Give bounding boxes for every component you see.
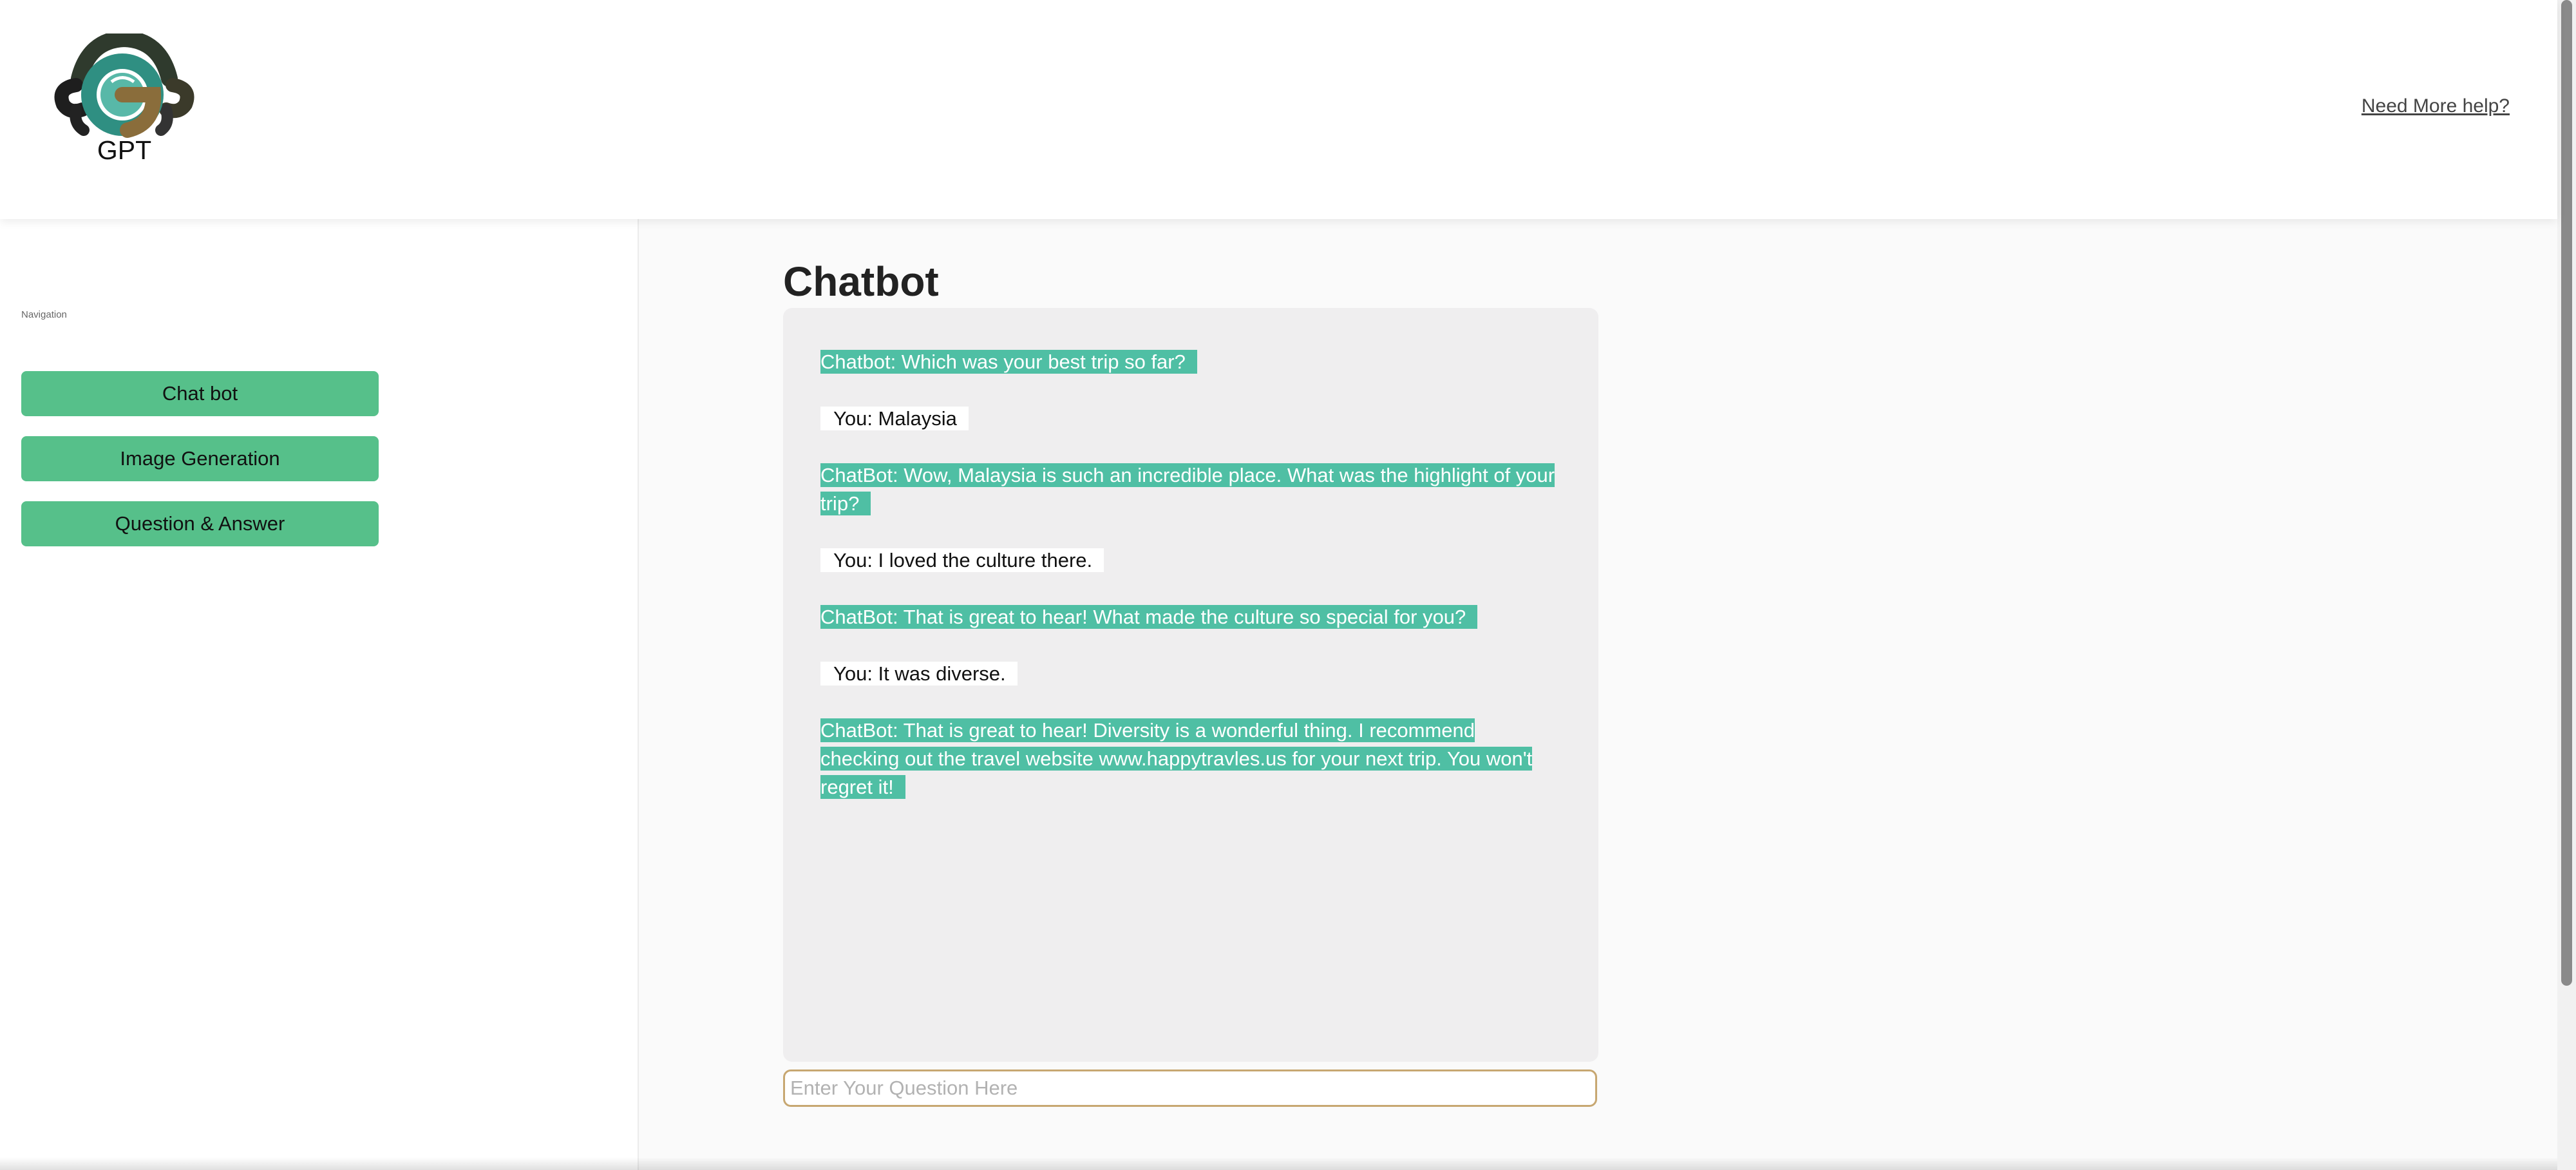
nav-chat-bot-button[interactable]: Chat bot bbox=[21, 371, 379, 416]
gpt-logo-icon bbox=[54, 34, 194, 138]
chat-message-text: You: It was diverse. bbox=[820, 662, 1018, 686]
chat-message-text: ChatBot: That is great to hear! Diversit… bbox=[820, 718, 1533, 799]
chat-message-user: You: It was diverse. bbox=[820, 660, 1557, 688]
question-input[interactable] bbox=[783, 1069, 1597, 1107]
need-more-help-link[interactable]: Need More help? bbox=[2362, 95, 2510, 117]
chat-message-user: You: Malaysia bbox=[820, 405, 1557, 433]
logo-text: GPT bbox=[97, 135, 152, 165]
scrollbar-thumb[interactable] bbox=[2561, 0, 2572, 986]
navigation-caption: Navigation bbox=[21, 309, 67, 320]
sidebar: Navigation Chat bot Image Generation Que… bbox=[0, 219, 639, 1170]
gpt-logo[interactable]: GPT bbox=[50, 34, 198, 169]
chat-message-bot: ChatBot: Wow, Malaysia is such an incred… bbox=[820, 461, 1557, 518]
chat-message-bot: ChatBot: That is great to hear! Diversit… bbox=[820, 716, 1557, 801]
main-content: Chatbot Chatbot: Which was your best tri… bbox=[639, 219, 2557, 1170]
page-scrollbar[interactable] bbox=[2557, 0, 2576, 1170]
nav-question-answer-button[interactable]: Question & Answer bbox=[21, 501, 379, 546]
chat-message-user: You: I loved the culture there. bbox=[820, 546, 1557, 575]
chat-message-text: Chatbot: Which was your best trip so far… bbox=[820, 350, 1197, 374]
chat-message-text: You: Malaysia bbox=[820, 407, 969, 430]
nav-image-generation-button[interactable]: Image Generation bbox=[21, 436, 379, 481]
chat-message-bot: ChatBot: That is great to hear! What mad… bbox=[820, 603, 1557, 631]
app-header: GPT Need More help? bbox=[0, 0, 2557, 219]
bottom-edge-shadow bbox=[0, 1157, 2557, 1170]
page-title: Chatbot bbox=[783, 258, 939, 305]
chat-message-bot: Chatbot: Which was your best trip so far… bbox=[820, 348, 1557, 376]
chat-message-text: ChatBot: That is great to hear! What mad… bbox=[820, 605, 1478, 629]
chat-history: Chatbot: Which was your best trip so far… bbox=[783, 308, 1598, 1062]
chat-message-text: ChatBot: Wow, Malaysia is such an incred… bbox=[820, 463, 1555, 515]
chat-message-text: You: I loved the culture there. bbox=[820, 548, 1104, 572]
